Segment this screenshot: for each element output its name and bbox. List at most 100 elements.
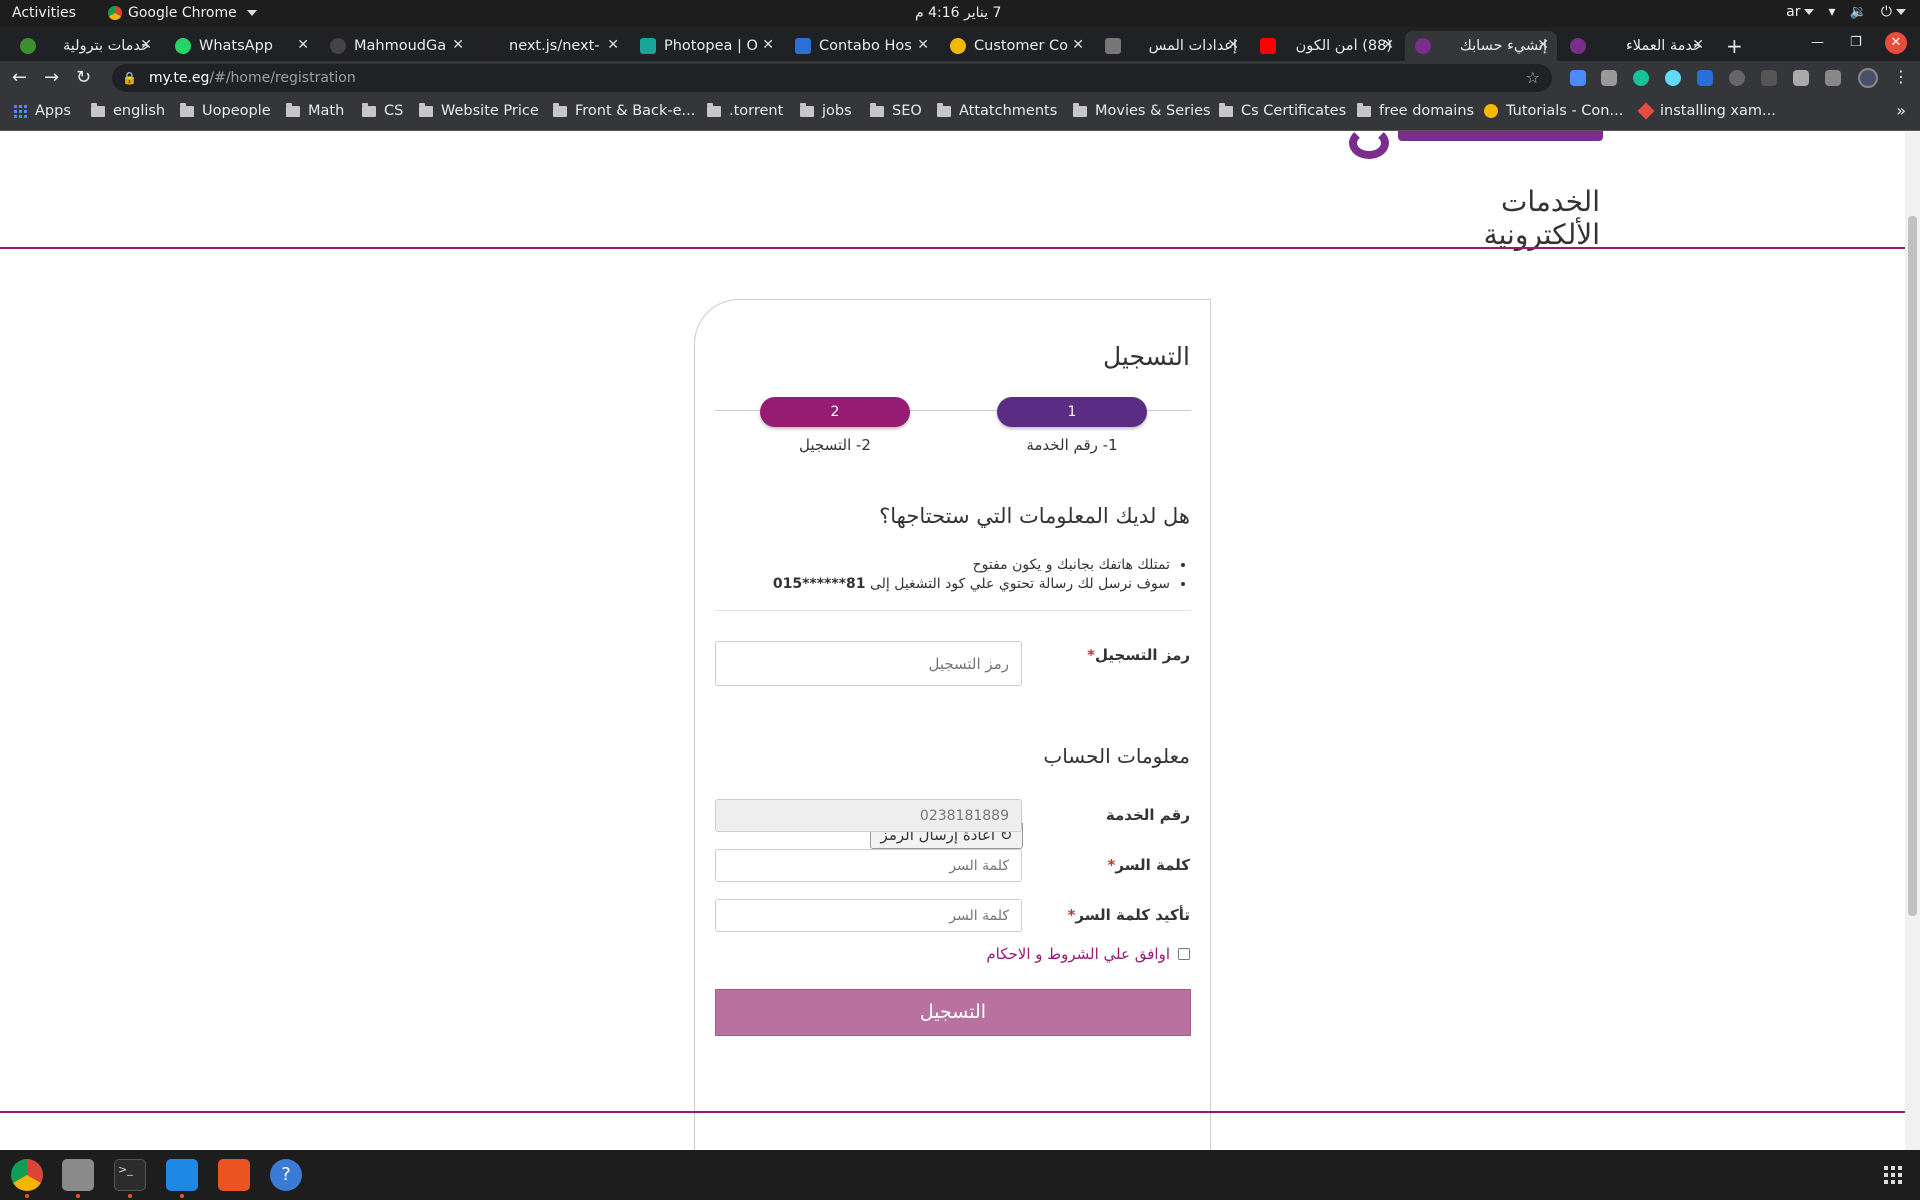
requirements-list: تمتلك هاتفك بجانبك و يكون مفتوح سوف نرسل… [730,557,1170,595]
bookmark-folder[interactable]: Movies & Series [1073,102,1211,119]
tab-favicon [20,38,36,54]
bookmark-folder[interactable]: Math [286,102,344,119]
running-indicator [76,1194,80,1198]
profile-avatar[interactable] [1858,68,1878,88]
system-tray[interactable]: ar ▾ 🔉 ⏻ [1786,4,1906,20]
system-top-bar: Activities Google Chrome 7 يناير 4:16 م … [0,0,1920,27]
bookmark-tutorials[interactable]: Tutorials - Con... [1484,103,1623,119]
minimize-icon[interactable]: — [1811,35,1824,50]
media-control-icon[interactable] [1825,70,1841,86]
bookmark-folder[interactable]: Front & Back-e... [553,102,695,119]
tab-10[interactable]: خدمة العملاء ✕ [1560,31,1712,61]
puzzle-extensions-icon[interactable] [1793,70,1809,86]
bookmark-folder[interactable]: Website Price [419,102,539,119]
extension-icon[interactable] [1729,70,1745,86]
bookmark-apps[interactable]: Apps [14,103,71,119]
close-icon[interactable]: ✕ [1382,37,1394,53]
files-icon[interactable] [62,1159,94,1191]
show-apps-icon[interactable] [1884,1166,1902,1184]
reload-icon[interactable]: ↻ [76,67,91,88]
bookmark-installing[interactable]: installing xam... [1637,102,1776,120]
ft-extension-icon[interactable] [1697,70,1713,86]
tab-8[interactable]: (88) أمن الكون ✕ [1250,31,1402,61]
tab-3[interactable]: next.js/next- ✕ [475,31,627,61]
tab-0[interactable]: خدمات بترولية ✕ [10,31,160,61]
address-bar[interactable]: 🔒 my.te.eg/#/home/registration ☆ [112,64,1552,92]
software-store-icon[interactable] [218,1159,250,1191]
react-devtools-icon[interactable] [1665,70,1681,86]
close-icon[interactable]: ✕ [1537,37,1549,53]
bookmark-folder[interactable]: english [91,102,165,119]
registration-code-input[interactable] [715,641,1022,686]
power-icon: ⏻ [1881,4,1906,20]
tab-4[interactable]: Photopea | O ✕ [630,31,782,61]
more-bookmarks-icon[interactable]: » [1896,101,1906,120]
tab-2[interactable]: MahmoudGa ✕ [320,31,472,61]
maximize-icon[interactable]: ❐ [1850,35,1862,50]
bookmark-folder[interactable]: CS [362,102,403,119]
close-icon[interactable]: ✕ [762,37,774,53]
tab-title: Contabo Hos [819,38,912,54]
close-icon[interactable]: ✕ [452,37,464,53]
logo-wordmark [1398,131,1603,141]
page-scrollbar[interactable] [1905,131,1920,1150]
close-icon[interactable]: ✕ [1692,37,1704,53]
header-divider [0,247,1905,249]
forward-icon[interactable]: → [44,67,59,88]
bookmark-folder[interactable]: jobs [800,102,852,119]
chrome-icon[interactable] [11,1159,43,1191]
kebab-menu-icon[interactable]: ⋮ [1893,67,1909,86]
tab-1[interactable]: WhatsApp ✕ [165,31,317,61]
register-button[interactable]: التسجيل [715,989,1191,1036]
grammarly-extension-icon[interactable] [1633,70,1649,86]
vscode-icon[interactable] [166,1159,198,1191]
section-divider [715,610,1191,611]
screenshot-extension-icon[interactable] [1601,70,1617,86]
folder-icon [1073,102,1087,117]
close-icon[interactable]: ✕ [140,37,152,53]
bookmark-folder[interactable]: Cs Certificates [1219,102,1346,119]
tab-6[interactable]: Customer Co ✕ [940,31,1092,61]
terms-agreement[interactable]: اوافق علي الشروط و الاحكام [986,945,1190,963]
terms-label[interactable]: اوافق علي الشروط و الاحكام [986,945,1170,963]
terms-checkbox[interactable] [1178,948,1190,960]
folder-icon [419,102,433,117]
bookmark-star-icon[interactable]: ☆ [1526,68,1540,87]
bookmark-folder[interactable]: Uopeople [180,102,271,119]
bookmark-folder[interactable]: Attatchments [937,102,1057,119]
close-icon[interactable]: ✕ [1072,37,1084,53]
close-icon[interactable]: ✕ [917,37,929,53]
scrollbar-thumb[interactable] [1908,216,1917,916]
mail-extension-icon[interactable] [1761,70,1777,86]
close-icon[interactable]: ✕ [607,37,619,53]
language-indicator[interactable]: ar [1786,4,1815,20]
confirm-password-input[interactable] [715,899,1022,932]
wifi-icon: ▾ [1828,4,1836,20]
app-menu[interactable]: Google Chrome [108,5,257,21]
document-icon [795,38,811,54]
password-label: كلمة السر* [1107,856,1190,874]
we-logo-icon [1415,38,1431,54]
clock[interactable]: 7 يناير 4:16 م [915,5,1001,21]
activities-button[interactable]: Activities [12,5,76,21]
new-tab-icon[interactable]: + [1726,34,1743,58]
tab-5[interactable]: Contabo Hos ✕ [785,31,937,61]
terminal-icon[interactable]: >_ [114,1159,146,1191]
close-icon[interactable]: ✕ [297,37,309,53]
tab-title: Photopea | O [664,38,758,54]
bookmark-folder[interactable]: SEO [870,102,922,119]
bookmark-folder[interactable]: free domains [1357,102,1474,119]
folder-icon [362,102,376,117]
back-icon[interactable]: ← [12,67,27,88]
tab-9-active[interactable]: إنشيء حسابك ✕ [1405,31,1557,61]
bookmark-folder[interactable]: .torrent [707,102,783,119]
help-icon[interactable]: ? [270,1159,302,1191]
tab-7[interactable]: إعدادات المس ✕ [1095,31,1247,61]
password-input[interactable] [715,849,1022,882]
close-icon[interactable]: ✕ [1227,37,1239,53]
translate-extension-icon[interactable] [1570,70,1586,86]
window-close-icon[interactable]: ✕ [1885,32,1907,54]
folder-icon [91,102,105,117]
folder-icon [800,102,814,117]
photopea-icon [640,38,656,54]
